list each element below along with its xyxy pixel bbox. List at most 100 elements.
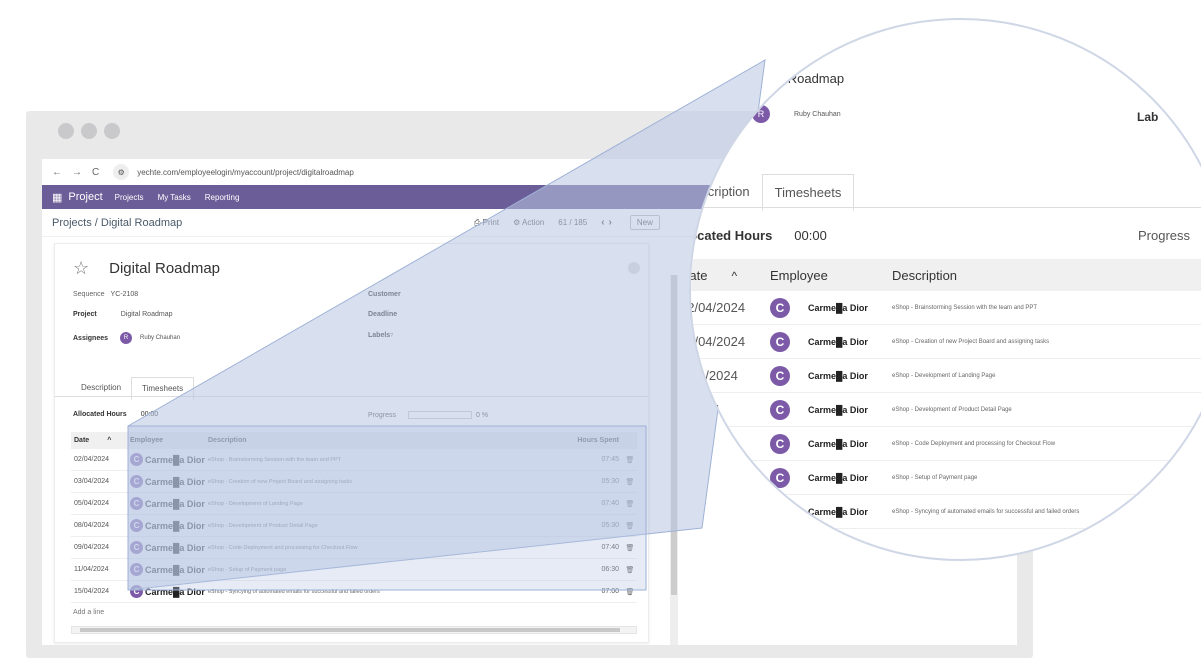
row-date[interactable]: 02/04/2024 — [71, 456, 130, 463]
row-description[interactable]: eShop - Creation of new Project Board an… — [208, 479, 569, 485]
horizontal-scrollbar[interactable] — [71, 626, 637, 634]
trash-icon[interactable]: 🗑 — [623, 522, 637, 530]
row-employee[interactable]: C Carme█a Dior — [130, 453, 208, 466]
row-date[interactable]: 08/04/2024 — [71, 522, 130, 529]
row-date[interactable]: 09/04/2024 — [71, 544, 130, 551]
zoom-table: Date ^ Employee Description 02/04/2024 C Ca… — [690, 259, 1201, 529]
chevron-left-icon[interactable]: ‹ — [601, 217, 608, 228]
site-settings-icon[interactable]: ⚙ — [113, 164, 130, 180]
breadcrumb[interactable]: Projects / Digital Roadmap — [52, 217, 182, 229]
trash-icon[interactable]: 🗑 — [623, 456, 637, 464]
row-date[interactable]: 11/04/2024 — [71, 566, 130, 573]
row-hours[interactable]: 07:00 — [569, 588, 623, 595]
allocated-label: Allocated Hours — [73, 411, 127, 418]
horizontal-scroll-thumb[interactable] — [80, 628, 620, 632]
header-employee[interactable]: Employee — [130, 437, 208, 444]
maximize-window-dot[interactable] — [104, 123, 120, 139]
zoom-row-date: 5/04/2024 — [690, 368, 738, 383]
table-row[interactable]: 03/04/2024 C Carme█a Dior eShop - Creation … — [71, 471, 637, 493]
new-button[interactable]: New — [629, 215, 660, 230]
table-row[interactable]: 15/04/2024 C Carme█a Dior eShop - Syncying … — [71, 581, 637, 603]
pager-arrows[interactable]: ‹› — [601, 217, 616, 228]
zoom-assignee-name: Ruby Chauhan — [794, 110, 841, 118]
project-value[interactable]: Digital Roadmap — [121, 311, 173, 318]
reload-icon[interactable]: C — [92, 167, 99, 178]
row-hours[interactable]: 05:30 — [569, 478, 623, 485]
row-employee[interactable]: C Carme█a Dior — [130, 585, 208, 598]
add-line-link[interactable]: Add a line — [73, 609, 104, 616]
zoom-row-date: 024 — [691, 436, 702, 451]
row-employee[interactable]: C Carme█a Dior — [130, 541, 208, 554]
close-window-dot[interactable] — [58, 123, 74, 139]
header-date[interactable]: Date ^ — [71, 437, 130, 444]
row-description[interactable]: eShop - Development of Landing Page — [208, 501, 569, 507]
row-hours[interactable]: 06:30 — [569, 566, 623, 573]
app-brand[interactable]: Project — [68, 191, 102, 203]
avatar: C — [770, 501, 790, 522]
header-hours[interactable]: Hours Spent — [569, 437, 623, 444]
zoom-tab-divider — [691, 207, 1201, 208]
trash-icon[interactable]: 🗑 — [623, 566, 637, 574]
row-date[interactable]: 05/04/2024 — [71, 500, 130, 507]
menu-reporting[interactable]: Reporting — [205, 193, 240, 202]
allocated-value[interactable]: 00:00 — [141, 411, 159, 418]
forward-icon[interactable]: → — [72, 167, 82, 178]
row-employee-name: Carme█a Dior — [145, 520, 205, 531]
avatar[interactable]: R — [120, 332, 133, 344]
table-body: 02/04/2024 C Carme█a Dior eShop - Brainstor… — [71, 449, 637, 603]
row-employee[interactable]: C Carme█a Dior — [130, 563, 208, 576]
labels-label: Labels — [368, 332, 391, 339]
header-description[interactable]: Description — [208, 437, 569, 444]
row-hours[interactable]: 07:40 — [569, 500, 623, 507]
table-row[interactable]: 09/04/2024 C Carme█a Dior eShop - Code Depl… — [71, 537, 637, 559]
star-icon[interactable]: ☆ — [73, 258, 89, 279]
status-indicator[interactable] — [628, 262, 640, 274]
row-date[interactable]: 15/04/2024 — [71, 588, 130, 595]
record-title[interactable]: Digital Roadmap — [109, 260, 220, 277]
minimize-window-dot[interactable] — [81, 123, 97, 139]
row-hours[interactable]: 05:30 — [569, 522, 623, 529]
zoom-allocated-value: 00:00 — [794, 228, 827, 243]
row-employee[interactable]: C Carme█a Dior — [130, 519, 208, 532]
zoom-row-employee: C Carme█a Dior — [770, 433, 892, 454]
assignee-name[interactable]: Ruby Chauhan — [140, 335, 180, 341]
row-description[interactable]: eShop - Syncying of automated emails for… — [208, 589, 569, 595]
vertical-scroll-thumb[interactable] — [671, 275, 677, 595]
row-description[interactable]: eShop - Code Deployment and processing f… — [208, 545, 569, 551]
trash-icon[interactable]: 🗑 — [623, 500, 637, 508]
row-employee[interactable]: C Carme█a Dior — [130, 497, 208, 510]
menu-my-tasks[interactable]: My Tasks — [158, 193, 191, 202]
pager-value[interactable]: 61 / 185 — [558, 218, 587, 227]
zoom-row-employee: C Carme█a Dior — [770, 297, 892, 318]
row-date[interactable]: 03/04/2024 — [71, 478, 130, 485]
chevron-right-icon[interactable]: › — [609, 217, 616, 228]
table-row[interactable]: 08/04/2024 C Carme█a Dior eShop - Developme… — [71, 515, 637, 537]
back-icon[interactable]: ← — [52, 167, 62, 178]
zoom-row-employee-name: Carme█a Dior — [808, 336, 868, 347]
gear-icon: ⚙ — [513, 218, 523, 227]
vertical-scrollbar[interactable] — [670, 275, 678, 645]
avatar: C — [130, 497, 143, 510]
url-text[interactable]: yechte.com/employeelogin/myaccount/proje… — [137, 168, 354, 177]
row-description[interactable]: eShop - Brainstorming Session with the t… — [208, 457, 569, 463]
avatar: C — [130, 475, 143, 488]
apps-grid-icon[interactable]: ▦ — [52, 191, 62, 204]
control-actions: ⎙ Print ⚙ Action 61 / 185 ‹› New — [474, 215, 660, 230]
trash-icon[interactable]: 🗑 — [623, 478, 637, 486]
row-hours[interactable]: 07:45 — [569, 456, 623, 463]
table-row[interactable]: 05/04/2024 C Carme█a Dior eShop - Developme… — [71, 493, 637, 515]
row-employee[interactable]: C Carme█a Dior — [130, 475, 208, 488]
table-row[interactable]: 11/04/2024 C Carme█a Dior eShop - Setup of … — [71, 559, 637, 581]
row-hours[interactable]: 07:40 — [569, 544, 623, 551]
menu-projects[interactable]: Projects — [115, 193, 144, 202]
labels-help[interactable]: ? — [390, 333, 393, 339]
action-button[interactable]: ⚙ Action — [513, 218, 544, 227]
trash-icon[interactable]: 🗑 — [623, 544, 637, 552]
avatar: R — [752, 105, 770, 123]
row-description[interactable]: eShop - Development of Product Detail Pa… — [208, 523, 569, 529]
row-description[interactable]: eShop - Setup of Payment page — [208, 567, 569, 573]
table-row[interactable]: 02/04/2024 C Carme█a Dior eShop - Brainstor… — [71, 449, 637, 471]
print-button[interactable]: ⎙ Print — [474, 218, 499, 228]
trash-icon[interactable]: 🗑 — [623, 588, 637, 596]
zoom-header-date: Date ^ — [691, 268, 770, 283]
